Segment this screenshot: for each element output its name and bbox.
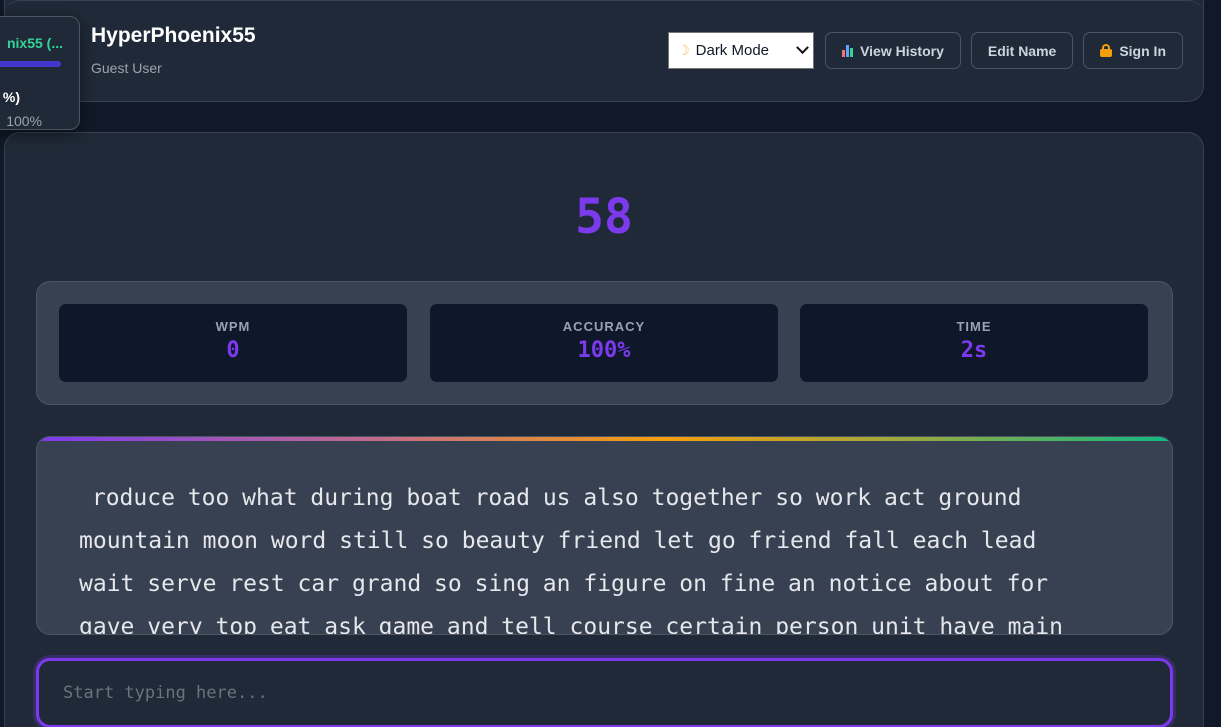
passage-box: roduce too what during boat road us also… — [36, 436, 1173, 635]
passage-line: roduce too what during boat road us also… — [79, 485, 1022, 511]
stat-value: 2s — [960, 338, 988, 363]
stat-accuracy: ACCURACY 100% — [429, 303, 779, 383]
user-name: HyperPhoenix55 — [91, 24, 256, 47]
passage-line: gave very top eat ask game and tell cour… — [79, 614, 1063, 635]
stat-label: WPM — [215, 319, 251, 334]
edit-name-label: Edit Name — [987, 42, 1057, 59]
passage-line: mountain moon word still so beauty frien… — [79, 528, 1037, 554]
lock-icon — [1100, 44, 1113, 57]
leaderboard-progress-bar — [0, 61, 61, 67]
theme-select-value: Dark Mode — [695, 42, 769, 59]
stat-value: 0 — [226, 338, 240, 363]
leaderboard-percent: %) — [2, 89, 20, 105]
bar-chart-icon — [842, 44, 854, 57]
mini-leaderboard: nix55 (... %) 100% — [0, 16, 80, 130]
stats-panel: WPM 0 ACCURACY 100% TIME 2s — [36, 281, 1173, 405]
header-controls: ☽ Dark Mode View History Edit Name Sign … — [668, 32, 1183, 69]
passage-line: wait serve rest car grand so sing an fig… — [79, 571, 1049, 597]
view-history-label: View History — [860, 42, 944, 59]
typing-test-card: 58 WPM 0 ACCURACY 100% TIME 2s roduce to… — [4, 132, 1204, 727]
gradient-bar — [37, 437, 1172, 441]
chevron-down-icon — [796, 41, 809, 55]
sign-in-label: Sign In — [1119, 42, 1166, 59]
app-header: HyperPhoenix55 Guest User ☽ Dark Mode Vi… — [4, 0, 1204, 102]
user-role: Guest User — [91, 60, 162, 76]
typing-input[interactable] — [39, 661, 1170, 725]
edit-name-button[interactable]: Edit Name — [970, 32, 1074, 69]
moon-icon: ☽ — [677, 42, 690, 58]
stat-time: TIME 2s — [799, 303, 1149, 383]
typing-test-page: HyperPhoenix55 Guest User ☽ Dark Mode Vi… — [0, 0, 1221, 727]
leaderboard-player-name: nix55 (... — [6, 35, 63, 51]
theme-select[interactable]: ☽ Dark Mode — [668, 32, 815, 69]
view-history-button[interactable]: View History — [825, 32, 961, 69]
typing-input-box[interactable] — [36, 658, 1173, 727]
sign-in-button[interactable]: Sign In — [1083, 32, 1183, 69]
countdown-timer: 58 — [575, 189, 633, 245]
theme-select-label-wrap: ☽ Dark Mode — [677, 42, 769, 59]
leaderboard-progress-fill — [0, 61, 61, 67]
passage-text: roduce too what during boat road us also… — [79, 477, 1132, 635]
leaderboard-accuracy: 100% — [6, 113, 42, 129]
stat-value: 100% — [577, 338, 631, 363]
stat-label: ACCURACY — [562, 319, 646, 334]
stat-wpm: WPM 0 — [58, 303, 408, 383]
stat-label: TIME — [956, 319, 992, 334]
